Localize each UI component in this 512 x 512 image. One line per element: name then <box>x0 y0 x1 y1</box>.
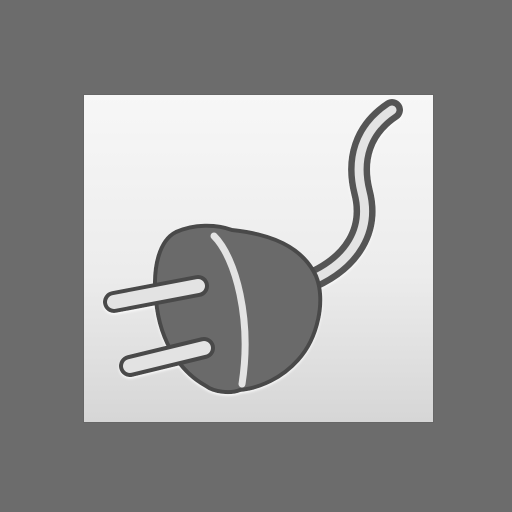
plug-body <box>153 223 323 395</box>
power-plug-icon <box>103 99 403 395</box>
